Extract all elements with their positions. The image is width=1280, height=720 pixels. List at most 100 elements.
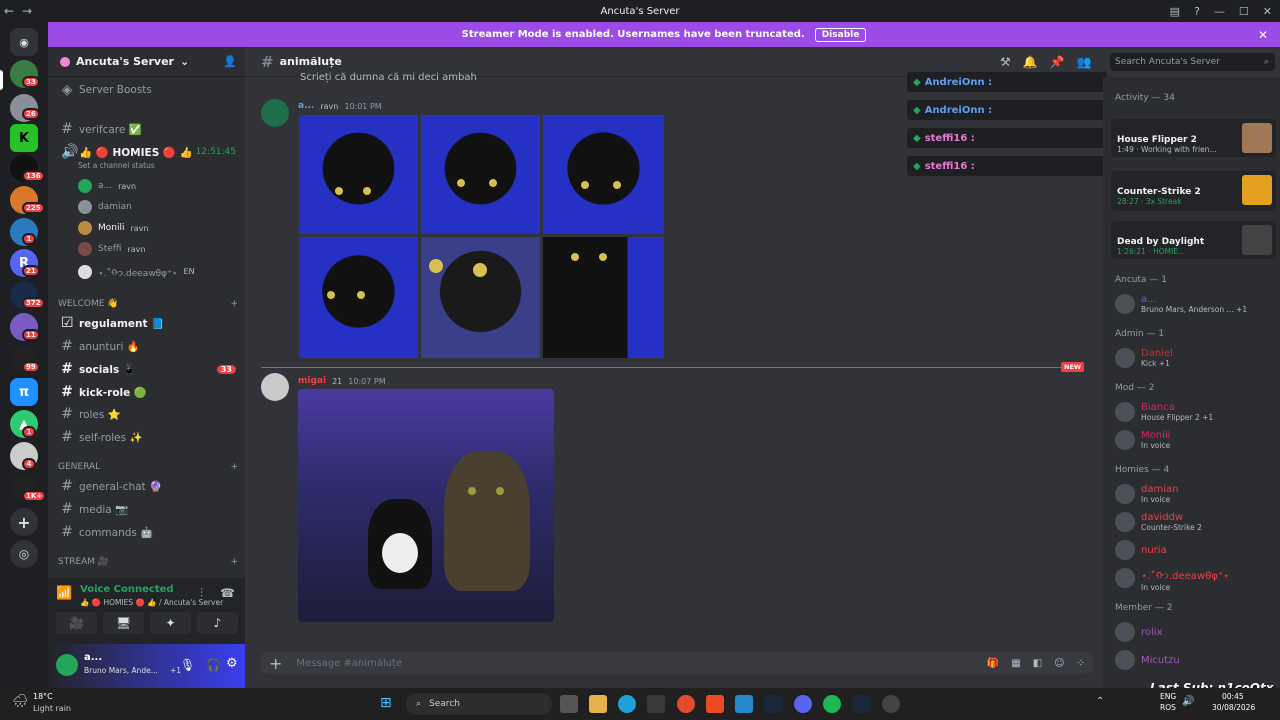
spotify-icon[interactable] bbox=[823, 695, 841, 713]
file-explorer-icon[interactable] bbox=[589, 695, 607, 713]
voice-status[interactable]: Voice Connected bbox=[80, 584, 174, 595]
message-composer[interactable]: + Message #animăluțe 🎁 ▦ ◧ ☺ ⁘ bbox=[261, 652, 1093, 674]
inbox-icon[interactable]: ▤ bbox=[1170, 5, 1180, 18]
add-member-icon[interactable]: 👤 bbox=[223, 55, 237, 68]
activity-card[interactable]: Counter-Strike 2 28:27 · 3x Streak bbox=[1111, 171, 1276, 211]
member-row[interactable]: ⋆.˚ᡣ𐭩.deeawθφ⁺⋆ In voice bbox=[1115, 565, 1275, 592]
disable-button[interactable]: Disable bbox=[814, 27, 867, 42]
signal-icon[interactable]: 📶 bbox=[56, 586, 72, 601]
chrome-icon[interactable] bbox=[677, 695, 695, 713]
channel-socials[interactable]: # socials 📱 33 bbox=[56, 359, 238, 379]
channel-general-chat[interactable]: # general-chat 🔮 bbox=[56, 476, 238, 496]
channel-kick-role[interactable]: # kick-role 🟢 bbox=[56, 382, 238, 402]
windows-start-icon[interactable]: ⊞ bbox=[380, 695, 392, 711]
channel-self-roles[interactable]: # self-roles ✨ bbox=[56, 427, 238, 447]
close-window-button[interactable]: ✕ bbox=[1263, 5, 1272, 18]
voice-user[interactable]: ⋆.˚ᡣ𐭩.deeawθφ⁺⋆ EN bbox=[78, 263, 195, 280]
channel-roles[interactable]: # roles ⭐ bbox=[56, 404, 238, 424]
discord-home-icon[interactable]: ◉ bbox=[10, 28, 38, 56]
member-row[interactable]: damian In voice bbox=[1115, 481, 1275, 507]
maximize-button[interactable]: ☐ bbox=[1239, 5, 1249, 18]
avatar[interactable] bbox=[261, 99, 289, 127]
server-icon[interactable]: π bbox=[10, 378, 38, 406]
activities-button[interactable]: ✦ bbox=[150, 612, 191, 634]
add-server-icon[interactable]: + bbox=[10, 508, 38, 536]
voice-user[interactable]: Steffi ravn bbox=[78, 242, 145, 256]
upload-plus-icon[interactable]: + bbox=[269, 654, 282, 673]
gift-icon[interactable]: 🎁 bbox=[987, 658, 999, 669]
help-icon[interactable]: ? bbox=[1194, 5, 1200, 18]
add-channel-icon[interactable]: + bbox=[230, 557, 238, 567]
discord-icon[interactable] bbox=[794, 695, 812, 713]
camera-button[interactable]: 🎥 bbox=[56, 612, 97, 634]
member-row[interactable]: Daniel Kick +1 bbox=[1115, 345, 1275, 371]
edge-icon[interactable] bbox=[618, 695, 636, 713]
member-row[interactable]: Bianca House Flipper 2 +1 bbox=[1115, 399, 1275, 425]
avatar[interactable] bbox=[56, 654, 78, 676]
clock-time[interactable]: 00:45 bbox=[1222, 692, 1244, 701]
cat-photo[interactable] bbox=[420, 114, 541, 235]
search-input[interactable]: Search Ancuta's Server ⌕ bbox=[1110, 53, 1275, 71]
cat-photo[interactable] bbox=[542, 236, 665, 359]
voice-user[interactable]: a... ravn bbox=[78, 179, 136, 193]
member-row[interactable]: nuria bbox=[1115, 537, 1275, 563]
channel-commands[interactable]: # commands 🤖 bbox=[56, 522, 238, 542]
author-name[interactable]: migai bbox=[298, 376, 326, 386]
sticker-icon[interactable]: ◧ bbox=[1033, 658, 1042, 669]
settings-gear-icon[interactable]: ⚙ bbox=[226, 656, 238, 671]
voice-user[interactable]: damian bbox=[78, 200, 132, 214]
member-row[interactable]: Micutzu bbox=[1115, 647, 1275, 673]
soundboard-button[interactable]: ♪ bbox=[197, 612, 238, 634]
taskbar-search[interactable]: ⌕ Search bbox=[406, 693, 552, 715]
weather-icon[interactable]: 🌧 bbox=[12, 694, 29, 709]
server-header[interactable]: Ancuta's Server ⌄ 👤 bbox=[48, 47, 245, 77]
minimize-button[interactable]: — bbox=[1214, 5, 1225, 18]
avatar[interactable] bbox=[261, 373, 289, 401]
member-row[interactable]: a... Bruno Mars, Anderson ... +1 bbox=[1115, 291, 1275, 317]
task-view-icon[interactable] bbox=[560, 695, 578, 713]
add-channel-icon[interactable]: + bbox=[230, 299, 238, 309]
channel-anunturi[interactable]: # anunturi 🔥 bbox=[56, 336, 238, 356]
category-general[interactable]: GENERAL + bbox=[58, 462, 238, 472]
category-welcome[interactable]: WELCOME 👋 + bbox=[58, 299, 238, 309]
emoji-icon[interactable]: ☺ bbox=[1054, 658, 1064, 669]
member-row[interactable]: daviddw Counter-Strike 2 bbox=[1115, 509, 1275, 535]
close-icon[interactable]: ✕ bbox=[1258, 28, 1268, 42]
channel-status[interactable]: Set a channel status bbox=[78, 161, 155, 170]
author-name[interactable]: a... bbox=[298, 101, 314, 111]
category-stream[interactable]: STREAM 🎥 + bbox=[58, 557, 238, 567]
server-boosts-item[interactable]: ◈ Server Boosts bbox=[56, 80, 238, 100]
cat-photo[interactable] bbox=[298, 114, 419, 235]
channel-verifcare[interactable]: # verifcare ✅ bbox=[56, 119, 238, 139]
language-code[interactable]: ENG bbox=[1160, 692, 1176, 701]
image-grid[interactable] bbox=[298, 114, 665, 359]
discover-icon[interactable]: ◎ bbox=[10, 540, 38, 568]
language-variant[interactable]: ROS bbox=[1160, 703, 1176, 712]
noise-suppression-icon[interactable]: ⫶ bbox=[200, 586, 203, 601]
threads-icon[interactable]: ⚒ bbox=[1000, 55, 1011, 69]
screen-share-button[interactable]: 🖥 bbox=[103, 612, 144, 634]
voice-channel-homies[interactable]: 🔊 👍 🔴 HOMIES 🔴 👍 12:51:45 bbox=[56, 142, 238, 162]
activity-card[interactable]: House Flipper 2 1:49 · Working with frien… bbox=[1111, 119, 1276, 157]
kick-server-icon[interactable]: K bbox=[10, 124, 38, 152]
steam-icon[interactable] bbox=[852, 695, 870, 713]
member-row[interactable]: rolix bbox=[1115, 619, 1275, 645]
add-channel-icon[interactable]: + bbox=[230, 462, 238, 472]
activity-card[interactable]: Dead by Daylight 1:26:21 · HOMIE... bbox=[1111, 221, 1276, 259]
microphone-icon[interactable]: 🎙 bbox=[180, 658, 195, 672]
vscode-icon[interactable] bbox=[735, 695, 753, 713]
notification-bell-icon[interactable]: 🔔 bbox=[1023, 55, 1038, 69]
network-volume-icons[interactable]: 🔊 bbox=[1182, 696, 1194, 707]
channel-regulament[interactable]: ☑ regulament 📘 bbox=[56, 313, 238, 333]
pin-icon[interactable]: 📌 bbox=[1050, 55, 1065, 69]
gif-icon[interactable]: ▦ bbox=[1011, 658, 1020, 669]
headphones-icon[interactable]: 🎧 bbox=[206, 658, 221, 672]
attached-image[interactable] bbox=[298, 389, 554, 622]
steam-icon[interactable] bbox=[764, 695, 782, 713]
member-list-icon[interactable]: 👥 bbox=[1077, 55, 1092, 69]
apps-icon[interactable]: ⁘ bbox=[1077, 658, 1085, 669]
clock-date[interactable]: 30/08/2026 bbox=[1212, 703, 1255, 712]
cat-photo[interactable] bbox=[420, 236, 541, 359]
disconnect-icon[interactable]: ☎ bbox=[220, 586, 235, 600]
store-icon[interactable] bbox=[647, 695, 665, 713]
